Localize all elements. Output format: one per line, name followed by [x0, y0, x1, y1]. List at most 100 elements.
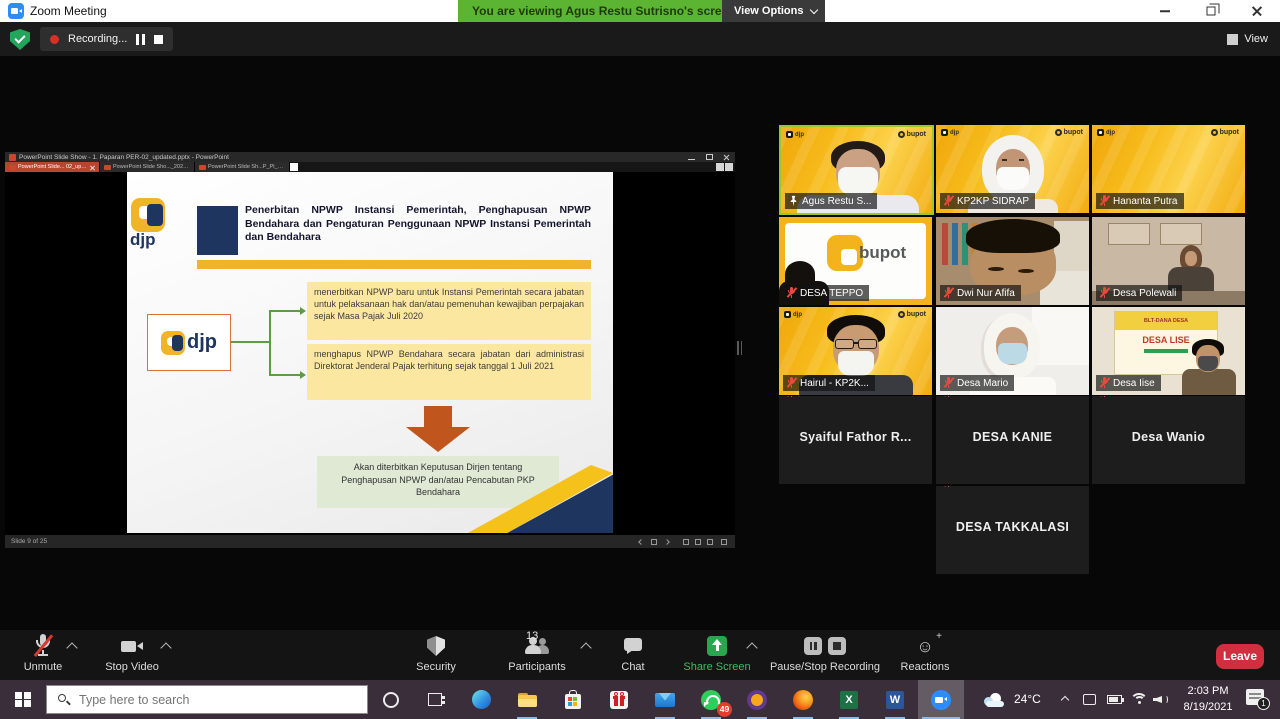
- window-titlebar: Zoom Meeting You are viewing Agus Restu …: [0, 0, 1280, 22]
- grid-view-icon[interactable]: [695, 539, 701, 545]
- weather-tray-item[interactable]: [978, 680, 1012, 719]
- recording-indicator: Recording...: [40, 27, 173, 51]
- participant-tile[interactable]: Desa Mario: [936, 307, 1089, 395]
- down-arrow-icon: [424, 406, 452, 427]
- leave-button[interactable]: Leave: [1216, 644, 1264, 669]
- ppt-tab-3[interactable]: PowerPoint Slide Sh...P_PI_2021 21.26.pp…: [195, 162, 290, 172]
- background-shelf: [942, 223, 948, 265]
- share-screen-icon: [707, 636, 727, 656]
- slideshow-view-icon[interactable]: [721, 539, 727, 545]
- meeting-control-bar: Recording... View: [0, 22, 1280, 56]
- avast-browser-icon: [747, 690, 767, 710]
- edge-button[interactable]: [458, 680, 504, 719]
- zoom-app-icon: [931, 690, 951, 710]
- participant-tile[interactable]: Desa Wanio: [1092, 396, 1245, 484]
- djp-watermark: djp: [1097, 129, 1115, 136]
- tablet-icon: [1083, 694, 1096, 705]
- mail-button[interactable]: [642, 680, 688, 719]
- banner-stripe: [1144, 349, 1188, 353]
- participant-name-label: Desa Iise: [1096, 375, 1161, 391]
- participant-tile[interactable]: djp bupot KP2KP SIDRAP: [936, 125, 1089, 213]
- tab-close-icon[interactable]: [90, 165, 95, 170]
- down-arrow-icon: [406, 427, 470, 452]
- slide-bullet-box-2: menghapus NPWP Bendahara secara jabatan …: [307, 344, 591, 400]
- participant-tile[interactable]: DESA KANIE: [936, 396, 1089, 484]
- battery-tray-item[interactable]: [1100, 680, 1128, 719]
- word-button[interactable]: W: [872, 680, 918, 719]
- folder-icon: [518, 693, 537, 707]
- normal-view-icon[interactable]: [683, 539, 689, 545]
- muted-mic-icon: [1100, 195, 1109, 207]
- participant-tile[interactable]: BLT-DANA DESA DESA LISE Desa Iise: [1092, 307, 1245, 395]
- stop-recording-icon[interactable]: [828, 637, 846, 655]
- previous-slide-icon[interactable]: [638, 539, 644, 545]
- participant-tile[interactable]: djp bupot Hairul - KP2K...: [779, 307, 932, 395]
- resize-grip[interactable]: [737, 341, 742, 355]
- participant-tile[interactable]: Dwi Nur Afifa: [936, 217, 1089, 305]
- clock[interactable]: 2:03 PM 8/19/2021: [1176, 684, 1240, 716]
- connector-line: [269, 310, 271, 376]
- djp-watermark: djp: [784, 311, 802, 318]
- whatsapp-button[interactable]: 49: [688, 680, 734, 719]
- minimize-button[interactable]: [1150, 0, 1180, 22]
- task-view-button[interactable]: [412, 680, 458, 719]
- background-window: [1108, 223, 1150, 245]
- view-options-button[interactable]: View Options: [722, 0, 825, 22]
- new-tab-box[interactable]: [290, 163, 298, 171]
- participant-tile[interactable]: DESA TAKKALASI: [936, 486, 1089, 574]
- participant-tile[interactable]: Desa Polewali: [1092, 217, 1245, 305]
- gift-app-button[interactable]: [596, 680, 642, 719]
- avast-browser-button[interactable]: [734, 680, 780, 719]
- file-explorer-button[interactable]: [504, 680, 550, 719]
- chat-button[interactable]: Chat: [610, 634, 656, 673]
- unmute-button[interactable]: Unmute: [14, 634, 72, 673]
- firefox-button[interactable]: [780, 680, 826, 719]
- participant-tile[interactable]: Syaiful Fathor R...: [779, 396, 932, 484]
- action-center-button[interactable]: 1: [1246, 689, 1264, 705]
- ppt-tab-1[interactable]: PowerPoint Slide... 02_updated.pptx: [5, 162, 100, 172]
- close-button[interactable]: [1242, 0, 1272, 22]
- participant-tile[interactable]: bupot DESA TEPPO: [779, 217, 932, 305]
- djp-logo-icon: [161, 331, 185, 355]
- pause-recording-icon[interactable]: [136, 34, 145, 45]
- participants-button[interactable]: 13 Participants: [500, 634, 574, 673]
- excel-icon: X: [840, 691, 858, 709]
- participant-tile[interactable]: djp bupot Agus Restu S...: [779, 125, 934, 215]
- recording-label: Recording...: [68, 33, 127, 45]
- tab-scroll-buttons[interactable]: [716, 163, 733, 171]
- start-button[interactable]: [0, 680, 46, 719]
- share-screen-button[interactable]: Share Screen: [678, 634, 756, 673]
- volume-tray-item[interactable]: [1148, 680, 1174, 719]
- security-button[interactable]: Security: [406, 634, 466, 673]
- temperature-label[interactable]: 24°C: [1014, 692, 1041, 706]
- zoom-taskbar-button[interactable]: [918, 680, 964, 719]
- reactions-button[interactable]: ☺+ Reactions: [894, 634, 956, 673]
- ppt-minimize-icon[interactable]: [688, 154, 695, 160]
- pause-recording-icon[interactable]: [804, 637, 822, 655]
- djp-side-box: djp: [147, 314, 231, 371]
- ppt-close-icon[interactable]: [723, 154, 730, 160]
- pen-tool-icon[interactable]: [651, 539, 657, 545]
- zoom-app-icon: [8, 3, 24, 19]
- store-button[interactable]: [550, 680, 596, 719]
- encryption-shield-icon[interactable]: [10, 29, 30, 50]
- connector-line: [231, 341, 270, 343]
- ppt-tab-2[interactable]: PowerPoint Slide Sho..._2021 Unifikasi.p…: [100, 162, 195, 172]
- participants-count: 13: [526, 630, 538, 642]
- cortana-button[interactable]: [368, 680, 414, 719]
- reading-view-icon[interactable]: [707, 539, 713, 545]
- pause-stop-recording-button[interactable]: Pause/Stop Recording: [766, 634, 884, 673]
- tablet-mode-tray-item[interactable]: [1076, 680, 1102, 719]
- ppt-restore-icon[interactable]: [706, 154, 713, 160]
- maximize-button[interactable]: [1196, 0, 1226, 22]
- next-slide-icon[interactable]: [664, 539, 670, 545]
- participant-tile[interactable]: djp bupot Hananta Putra: [1092, 125, 1245, 213]
- stop-video-button[interactable]: Stop Video: [100, 634, 164, 673]
- excel-button[interactable]: X: [826, 680, 872, 719]
- cortana-icon: [383, 692, 399, 708]
- search-input[interactable]: [79, 693, 329, 707]
- taskbar-search[interactable]: [46, 685, 368, 714]
- pin-icon: [789, 195, 798, 207]
- stop-recording-icon[interactable]: [154, 35, 163, 44]
- view-layout-button[interactable]: View: [1227, 28, 1268, 50]
